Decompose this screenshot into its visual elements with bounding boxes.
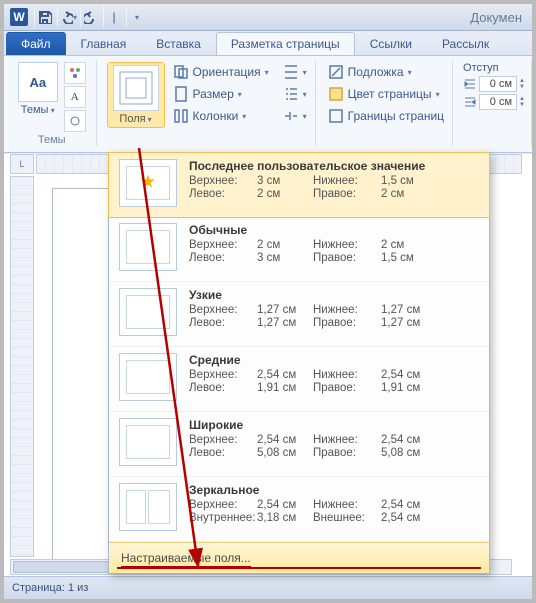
group-themes-label: Темы [8, 134, 96, 146]
indent-left-value[interactable]: 0 см [479, 76, 517, 92]
title-bar: W ▾ | ▾ Докумен [4, 4, 532, 31]
tab-mailings[interactable]: Рассылк [427, 32, 504, 55]
preset-title: Обычные [189, 223, 479, 237]
themes-button[interactable]: Aa [18, 62, 58, 102]
page-color-icon [328, 86, 344, 102]
qat-customize-button[interactable]: ▾ [126, 7, 147, 27]
margins-preset-mirrored[interactable]: Зеркальное Верхнее:2,54 смНижнее:2,54 смВ… [109, 477, 489, 542]
indent-right-icon [463, 95, 477, 109]
margins-gallery: Последнее пользовательское значение Верхн… [108, 152, 490, 574]
ruler-corner[interactable]: L [10, 154, 34, 174]
margins-label: Поля [119, 113, 145, 125]
preset-thumb [119, 288, 177, 336]
indent-caption: Отступ [463, 62, 499, 74]
orientation-icon [173, 64, 189, 80]
palette-icon [69, 67, 81, 79]
size-button[interactable]: Размер▾ [171, 84, 244, 104]
orientation-button[interactable]: Ориентация▾ [171, 62, 271, 82]
tab-references[interactable]: Ссылки [355, 32, 427, 55]
columns-icon [173, 108, 189, 124]
size-icon [173, 86, 189, 102]
preset-title: Узкие [189, 288, 479, 302]
scrollbar-thumb[interactable] [13, 561, 115, 573]
preset-thumb [119, 418, 177, 466]
margins-preset-normal[interactable]: Обычные Верхнее:2 смНижнее:2 смЛевое:3 см… [109, 217, 489, 282]
margins-preset-last[interactable]: Последнее пользовательское значение Верхн… [108, 152, 490, 218]
watermark-button[interactable]: Подложка▾ [326, 62, 414, 82]
status-bar: Страница: 1 из [4, 576, 532, 599]
document-title: Докумен [147, 10, 526, 25]
vertical-ruler[interactable] [10, 176, 34, 557]
columns-button[interactable]: Колонки▾ [171, 106, 249, 126]
breaks-icon [283, 64, 299, 80]
save-icon [38, 10, 52, 24]
undo-icon [59, 10, 73, 24]
qat-separator: | [103, 7, 124, 27]
group-page-background: Подложка▾ Цвет страницы▾ Границы страниц [320, 60, 453, 146]
ribbon: Aa Темы ▾ A Темы Поля▾ [4, 56, 532, 153]
indent-right-value[interactable]: 0 см [479, 94, 517, 110]
theme-effects-button[interactable] [64, 110, 86, 132]
tab-insert[interactable]: Вставка [141, 32, 216, 55]
preset-values: Верхнее:2,54 смНижнее:2,54 смЛевое:1,91 … [189, 369, 479, 394]
preset-thumb [119, 353, 177, 401]
quick-access-toolbar: ▾ | ▾ [34, 7, 147, 27]
preset-title: Средние [189, 353, 479, 367]
preset-values: Верхнее:1,27 смНижнее:1,27 смЛевое:1,27 … [189, 304, 479, 329]
breaks-button[interactable]: ▾ [281, 62, 309, 82]
page-borders-button[interactable]: Границы страниц [326, 106, 446, 126]
save-button[interactable] [34, 7, 55, 27]
margins-button[interactable]: Поля▾ [107, 62, 165, 128]
preset-thumb [119, 159, 177, 207]
redo-icon [84, 10, 98, 24]
indent-right[interactable]: 0 см ▲▼ [463, 94, 525, 110]
theme-colors-button[interactable] [64, 62, 86, 84]
hyphenation-icon [283, 108, 299, 124]
custom-margins-button[interactable]: Настраиваемые поля... [109, 542, 489, 573]
margins-preset-moderate[interactable]: Средние Верхнее:2,54 смНижнее:2,54 смЛево… [109, 347, 489, 412]
preset-thumb [119, 223, 177, 271]
spinner-arrows[interactable]: ▲▼ [519, 78, 525, 90]
preset-title: Последнее пользовательское значение [189, 159, 479, 173]
hyphenation-button[interactable]: ▾ [281, 106, 309, 126]
indent-left[interactable]: 0 см ▲▼ [463, 76, 525, 92]
app-window: W ▾ | ▾ Докумен Файл Главная Вставка Раз… [0, 0, 536, 603]
margins-preset-wide[interactable]: Широкие Верхнее:2,54 смНижнее:2,54 смЛево… [109, 412, 489, 477]
preset-thumb [119, 483, 177, 531]
group-page-setup: Поля▾ Ориентация▾ Размер▾ Колонки▾ ▾ ▾ ▾ [101, 60, 316, 146]
preset-values: Верхнее:3 смНижнее:1,5 смЛевое:2 смПраво… [189, 175, 479, 200]
page-status: Страница: 1 из [12, 582, 88, 594]
watermark-icon [328, 64, 344, 80]
group-themes: Aa Темы ▾ A Темы [8, 60, 97, 146]
effects-icon [69, 115, 81, 127]
spinner-arrows[interactable]: ▲▼ [519, 96, 525, 108]
undo-button[interactable]: ▾ [57, 7, 78, 27]
line-numbers-button[interactable]: ▾ [281, 84, 309, 104]
preset-values: Верхнее:2 смНижнее:2 смЛевое:3 смПравое:… [189, 239, 479, 264]
preset-values: Верхнее:2,54 смНижнее:2,54 смВнутреннее:… [189, 499, 479, 524]
tab-file[interactable]: Файл [6, 32, 66, 55]
tab-home[interactable]: Главная [66, 32, 142, 55]
redo-button[interactable] [80, 7, 101, 27]
word-app-icon: W [10, 8, 28, 26]
themes-label: Темы ▾ [21, 104, 55, 116]
theme-fonts-button[interactable]: A [64, 86, 86, 108]
line-numbers-icon [283, 86, 299, 102]
margins-icon [113, 65, 159, 111]
preset-values: Верхнее:2,54 смНижнее:2,54 смЛевое:5,08 … [189, 434, 479, 459]
tab-page-layout[interactable]: Разметка страницы [216, 32, 355, 55]
preset-title: Зеркальное [189, 483, 479, 497]
highlight-underline [117, 567, 481, 569]
margins-preset-narrow[interactable]: Узкие Верхнее:1,27 смНижнее:1,27 смЛевое:… [109, 282, 489, 347]
group-paragraph: Отступ 0 см ▲▼ 0 см ▲▼ [457, 60, 532, 146]
page-color-button[interactable]: Цвет страницы▾ [326, 84, 442, 104]
preset-title: Широкие [189, 418, 479, 432]
indent-left-icon [463, 77, 477, 91]
page-borders-icon [328, 108, 344, 124]
ribbon-tabs: Файл Главная Вставка Разметка страницы С… [4, 31, 532, 56]
